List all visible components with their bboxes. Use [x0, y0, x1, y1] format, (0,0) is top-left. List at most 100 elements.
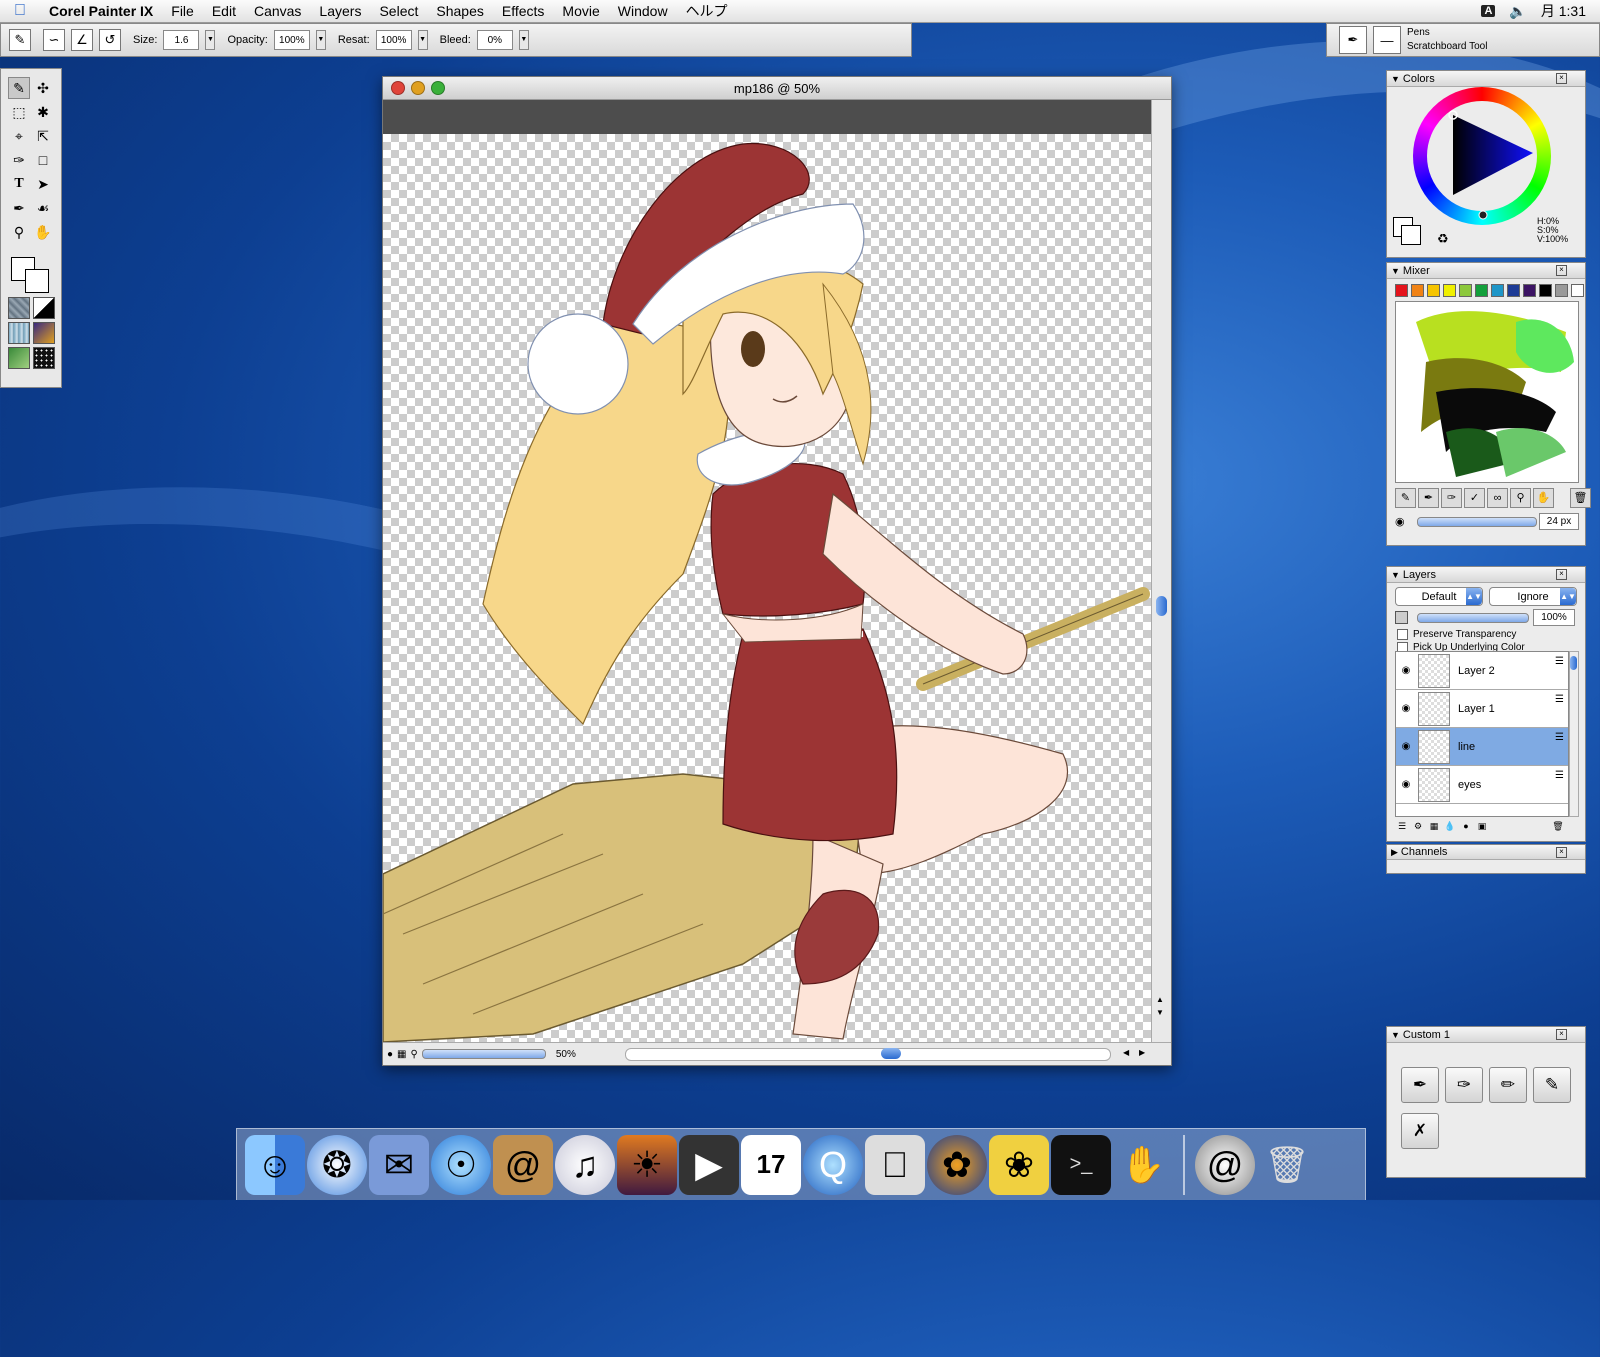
text-icon[interactable]: T [8, 173, 30, 195]
volume-icon[interactable]: 🔈 [1509, 3, 1526, 20]
mixer-color-swatch[interactable] [1427, 284, 1440, 297]
collapse-triangle-icon[interactable]: ▼ [1391, 570, 1400, 580]
drawing-mode-icon[interactable]: ● [387, 1049, 393, 1060]
horizontal-scroll-thumb[interactable] [881, 1048, 901, 1059]
horizontal-scrollbar[interactable] [625, 1048, 1111, 1061]
vertical-scrollbar[interactable]: ▲ ▼ [1151, 100, 1171, 1042]
system-preferences-icon[interactable]:  [865, 1134, 925, 1195]
close-palette-icon[interactable]: × [1556, 1029, 1567, 1040]
scroll-down-icon[interactable]: ▼ [1156, 1008, 1164, 1017]
bleed-stepper[interactable]: ▼ [518, 30, 529, 50]
opacity-field[interactable]: 100% [273, 30, 310, 50]
composite-method-select[interactable]: Default ▲▼ [1395, 587, 1483, 606]
eye-icon[interactable]: ◉ [1396, 703, 1416, 714]
brush-icon[interactable]: ✎ [8, 77, 30, 99]
iphoto-icon[interactable]: ☀ [617, 1134, 677, 1195]
layers-palette-header[interactable]: ▼ Layers × [1387, 567, 1585, 583]
brush-tool-icon[interactable]: ✎ [9, 29, 31, 51]
opacity-stepper[interactable]: ▼ [315, 30, 326, 50]
crop-icon[interactable]: ⌖ [8, 125, 30, 147]
vertical-scroll-thumb[interactable] [1156, 596, 1167, 616]
shape-selection-icon[interactable]: ➤ [32, 173, 54, 195]
drawing-canvas[interactable] [383, 134, 1151, 1042]
freehand-stroke-icon[interactable]: ∽ [43, 29, 65, 51]
composite-depth-select[interactable]: Ignore ▲▼ [1489, 587, 1577, 606]
quicktime-icon[interactable]: Q [803, 1134, 863, 1195]
eye-icon[interactable]: ◉ [1396, 779, 1416, 790]
brush-variant-icon[interactable]: — [1373, 26, 1401, 54]
input-method-indicator[interactable]: A [1481, 5, 1496, 17]
zoom-level[interactable]: 50% [556, 1049, 576, 1060]
menu-file[interactable]: File [162, 3, 203, 19]
layer-opacity-slider[interactable] [1417, 613, 1529, 623]
layer-list-scrollbar[interactable] [1569, 651, 1579, 817]
dynamic-plugins-icon[interactable]: ⚙ [1411, 821, 1425, 833]
custom-eraser-icon[interactable]: ✗ [1401, 1113, 1439, 1149]
firefox-icon[interactable]: ✿ [927, 1134, 987, 1195]
ical-icon[interactable]: 17 [741, 1134, 801, 1195]
colors-palette-header[interactable]: ▼ Colors × [1387, 71, 1585, 87]
menu-canvas[interactable]: Canvas [245, 3, 310, 19]
custom-pencil-icon[interactable]: ✏ [1489, 1067, 1527, 1103]
ichat-icon[interactable]: ☉ [431, 1134, 491, 1195]
finder-icon[interactable]: ☺ [245, 1134, 305, 1195]
grid-toggle-icon[interactable]: ▦ [397, 1049, 406, 1060]
layer-row-line[interactable]: ◉ line ☰ [1396, 728, 1568, 766]
trash-icon[interactable]: 🗑 [1257, 1135, 1317, 1195]
mixer-color-swatch[interactable] [1491, 284, 1504, 297]
menu-effects[interactable]: Effects [493, 3, 554, 19]
scroll-right-icon[interactable]: ▶ [1139, 1048, 1145, 1057]
pan-mixer-icon[interactable]: ✋ [1533, 488, 1554, 508]
menu-clock[interactable]: 月 1:31 [1541, 1, 1586, 21]
mixer-color-swatch[interactable] [1571, 284, 1584, 297]
zoom-icon[interactable]: ⚲ [411, 1049, 418, 1060]
grabber-hand-icon[interactable]: ✋ [32, 221, 54, 243]
eye-icon[interactable]: ◉ [1396, 741, 1416, 752]
menu-movie[interactable]: Movie [553, 3, 608, 19]
close-palette-icon[interactable]: × [1556, 265, 1567, 276]
apple-menu-icon[interactable]:  [0, 2, 40, 20]
gradient-selector-icon[interactable] [33, 297, 55, 319]
zoom-slider[interactable] [421, 1049, 546, 1059]
clone-color-icon[interactable]: ♻ [1437, 231, 1449, 247]
size-stepper[interactable]: ▼ [205, 30, 216, 50]
reset-tool-icon[interactable]: ↺ [99, 29, 121, 51]
close-palette-icon[interactable]: × [1556, 73, 1567, 84]
itunes-icon[interactable]: ♫ [555, 1134, 615, 1195]
eye-icon[interactable]: ◉ [1396, 665, 1416, 676]
mail-icon[interactable]: ✉ [369, 1134, 429, 1195]
mixer-pad[interactable] [1395, 301, 1579, 483]
mixer-color-swatch[interactable] [1507, 284, 1520, 297]
pen-icon[interactable]: ✑ [8, 149, 30, 171]
look-selector-icon[interactable] [33, 347, 55, 369]
menu-shapes[interactable]: Shapes [427, 3, 492, 19]
sample-color-icon[interactable]: ✓ [1464, 488, 1485, 508]
sample-multiple-icon[interactable]: ∞ [1487, 488, 1508, 508]
hand-app-icon[interactable]: ✋ [1113, 1135, 1173, 1195]
menu-window[interactable]: Window [609, 3, 677, 19]
additional-color-square[interactable] [1401, 225, 1421, 245]
mixer-color-swatch[interactable] [1555, 284, 1568, 297]
close-palette-icon[interactable]: × [1556, 569, 1567, 580]
saturation-value-triangle[interactable] [1413, 87, 1551, 225]
close-palette-icon[interactable]: × [1556, 846, 1567, 858]
layer-row-eyes[interactable]: ◉ eyes ☰ [1396, 766, 1568, 804]
weaving-selector-icon[interactable] [33, 322, 55, 344]
new-layer-icon[interactable]: ▦ [1427, 821, 1441, 833]
brush-variant-name[interactable]: Scratchboard Tool [1407, 40, 1487, 54]
collapse-triangle-icon[interactable]: ▼ [1391, 1030, 1400, 1040]
scroll-up-icon[interactable]: ▲ [1156, 995, 1164, 1004]
custom-pen-icon-2[interactable]: ✑ [1445, 1067, 1483, 1103]
layer-commands-icon[interactable]: ☰ [1395, 821, 1409, 833]
custom-marker-icon[interactable]: ✎ [1533, 1067, 1571, 1103]
mixer-color-swatch[interactable] [1539, 284, 1552, 297]
zoom-mixer-icon[interactable]: ⚲ [1510, 488, 1531, 508]
menu-select[interactable]: Select [370, 3, 427, 19]
mixer-color-swatch[interactable] [1395, 284, 1408, 297]
layer-row-layer-2[interactable]: ◉ Layer 2 ☰ [1396, 652, 1568, 690]
mixer-color-swatch[interactable] [1443, 284, 1456, 297]
rectangle-shape-icon[interactable]: □ [32, 149, 54, 171]
size-field[interactable]: 1.6 [163, 30, 200, 50]
scroll-left-icon[interactable]: ◀ [1123, 1048, 1129, 1057]
terminal-icon[interactable]: >_ [1051, 1134, 1111, 1195]
